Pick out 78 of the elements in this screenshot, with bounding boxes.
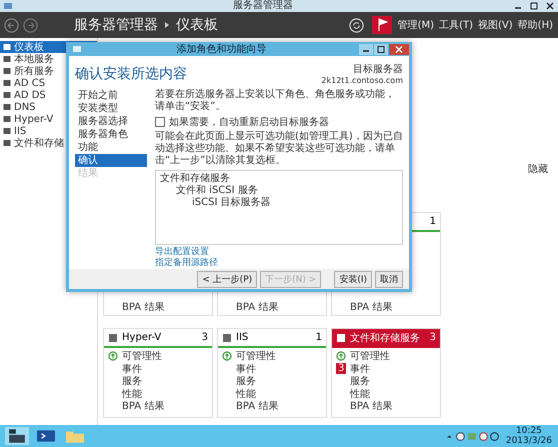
- clock[interactable]: 10:25 2013/3/26: [506, 426, 552, 446]
- tile-count: 1: [430, 216, 436, 227]
- tile-link[interactable]: 可管理性: [122, 349, 162, 364]
- target-label: 目标服务器: [353, 62, 403, 76]
- tile-link[interactable]: BPA 结果: [122, 399, 164, 414]
- wizard-step[interactable]: 服务器选择: [75, 115, 147, 128]
- feature-item: iSCSI 目标服务器: [192, 197, 271, 209]
- dialog-title: 添加角色和功能向导: [176, 42, 268, 56]
- wizard-step[interactable]: 确认: [75, 154, 147, 167]
- maximize-button[interactable]: [374, 44, 388, 54]
- menu-item[interactable]: 工具(T): [439, 18, 474, 32]
- wizard-icon: [72, 44, 82, 54]
- restart-checkbox[interactable]: 如果需要，自动重新启动目标服务器: [155, 115, 403, 129]
- status-ok-icon: [108, 351, 118, 362]
- tile-link[interactable]: 服务: [122, 374, 142, 388]
- status-ok-icon: [336, 351, 346, 362]
- tile-link[interactable]: 事件: [122, 362, 142, 376]
- instruction-text: 若要在所选服务器上安装以下角色、角色服务或功能，请单击“安装”。: [155, 89, 396, 113]
- wizard-step[interactable]: 服务器角色: [75, 128, 147, 141]
- feature-item: 文件和存储服务: [160, 173, 230, 184]
- feature-item: 文件和 iSCSI 服务: [176, 185, 258, 196]
- dialog-button[interactable]: 取消: [375, 270, 403, 288]
- tile-link[interactable]: BPA 结果: [236, 300, 278, 314]
- tile-link[interactable]: 可管理性: [236, 349, 276, 364]
- server-icon: [108, 332, 118, 342]
- dialog-button[interactable]: < 上一步(P): [197, 270, 258, 288]
- close-button[interactable]: [389, 44, 409, 54]
- back-icon[interactable]: [4, 18, 19, 32]
- server-icon: [336, 332, 346, 342]
- tile-link[interactable]: BPA 结果: [350, 300, 392, 314]
- menu-item[interactable]: 管理(M): [398, 18, 434, 32]
- tile-count: 3: [202, 332, 208, 343]
- chevron-icon: [164, 21, 170, 29]
- tile-link[interactable]: BPA 结果: [236, 399, 278, 414]
- forward-icon[interactable]: [23, 18, 38, 32]
- count-badge: 3: [336, 363, 346, 374]
- refresh-icon[interactable]: [348, 18, 364, 32]
- tile-header[interactable]: IIS 1: [218, 329, 326, 348]
- tile-count: 3: [430, 332, 436, 343]
- target-server: 2k12t1.contoso.com: [321, 76, 403, 85]
- window-title: 服务器管理器: [232, 0, 294, 12]
- sidebar-item[interactable]: 本地服务: [0, 53, 97, 65]
- app-icon: [3, 1, 13, 11]
- tile-title: 文件和存储服务: [350, 332, 421, 344]
- link[interactable]: 指定备用源路径: [155, 258, 218, 269]
- breadcrumb: 仪表板: [176, 16, 218, 34]
- status-ok-icon: [222, 351, 232, 362]
- tile-header[interactable]: Hyper-V 3: [104, 329, 212, 348]
- tile-link[interactable]: 服务: [236, 374, 256, 388]
- link[interactable]: 导出配置设置: [155, 247, 209, 258]
- dialog-button[interactable]: 安装(I): [334, 270, 372, 288]
- wizard-step[interactable]: 开始之前: [75, 89, 147, 102]
- tile-link[interactable]: 事件: [236, 362, 256, 376]
- hide-link[interactable]: 隐藏: [528, 162, 548, 176]
- tile-title: IIS: [236, 332, 250, 343]
- wizard-step[interactable]: 功能: [75, 141, 147, 154]
- tile-link[interactable]: 可管理性: [350, 349, 390, 364]
- tray-icons-drawing[interactable]: [444, 430, 500, 442]
- server-manager-icon[interactable]: [5, 427, 29, 445]
- tile-link[interactable]: 服务: [350, 374, 370, 388]
- tile-link[interactable]: 事件: [350, 362, 370, 376]
- menu-item[interactable]: 帮助(H): [518, 18, 553, 32]
- tile-title: Hyper-V: [122, 332, 162, 343]
- page-heading: 确认安装所选内容: [75, 64, 187, 82]
- tile-link[interactable]: 性能: [236, 386, 256, 401]
- flag-icon[interactable]: [372, 16, 392, 34]
- tile-header[interactable]: 文件和存储服务 3: [332, 329, 440, 348]
- tile-link[interactable]: 性能: [122, 386, 142, 401]
- tile-link[interactable]: 性能: [350, 386, 370, 401]
- menu-item[interactable]: 视图(V): [478, 18, 513, 32]
- tile-count: 1: [316, 332, 322, 343]
- minimize-button[interactable]: [359, 44, 373, 54]
- tile-link[interactable]: BPA 结果: [350, 399, 392, 414]
- page-title: 服务器管理器: [74, 16, 158, 34]
- server-icon: [222, 332, 232, 342]
- tile-link[interactable]: BPA 结果: [122, 300, 164, 314]
- note-text: 可能会在此页面上显示可选功能(如管理工具)，因为已自动选择这些功能。如果不希望安装这些可选功能，请单击“上一步”以清除其复选框。: [155, 131, 403, 167]
- wizard-step[interactable]: 安装类型: [75, 102, 147, 115]
